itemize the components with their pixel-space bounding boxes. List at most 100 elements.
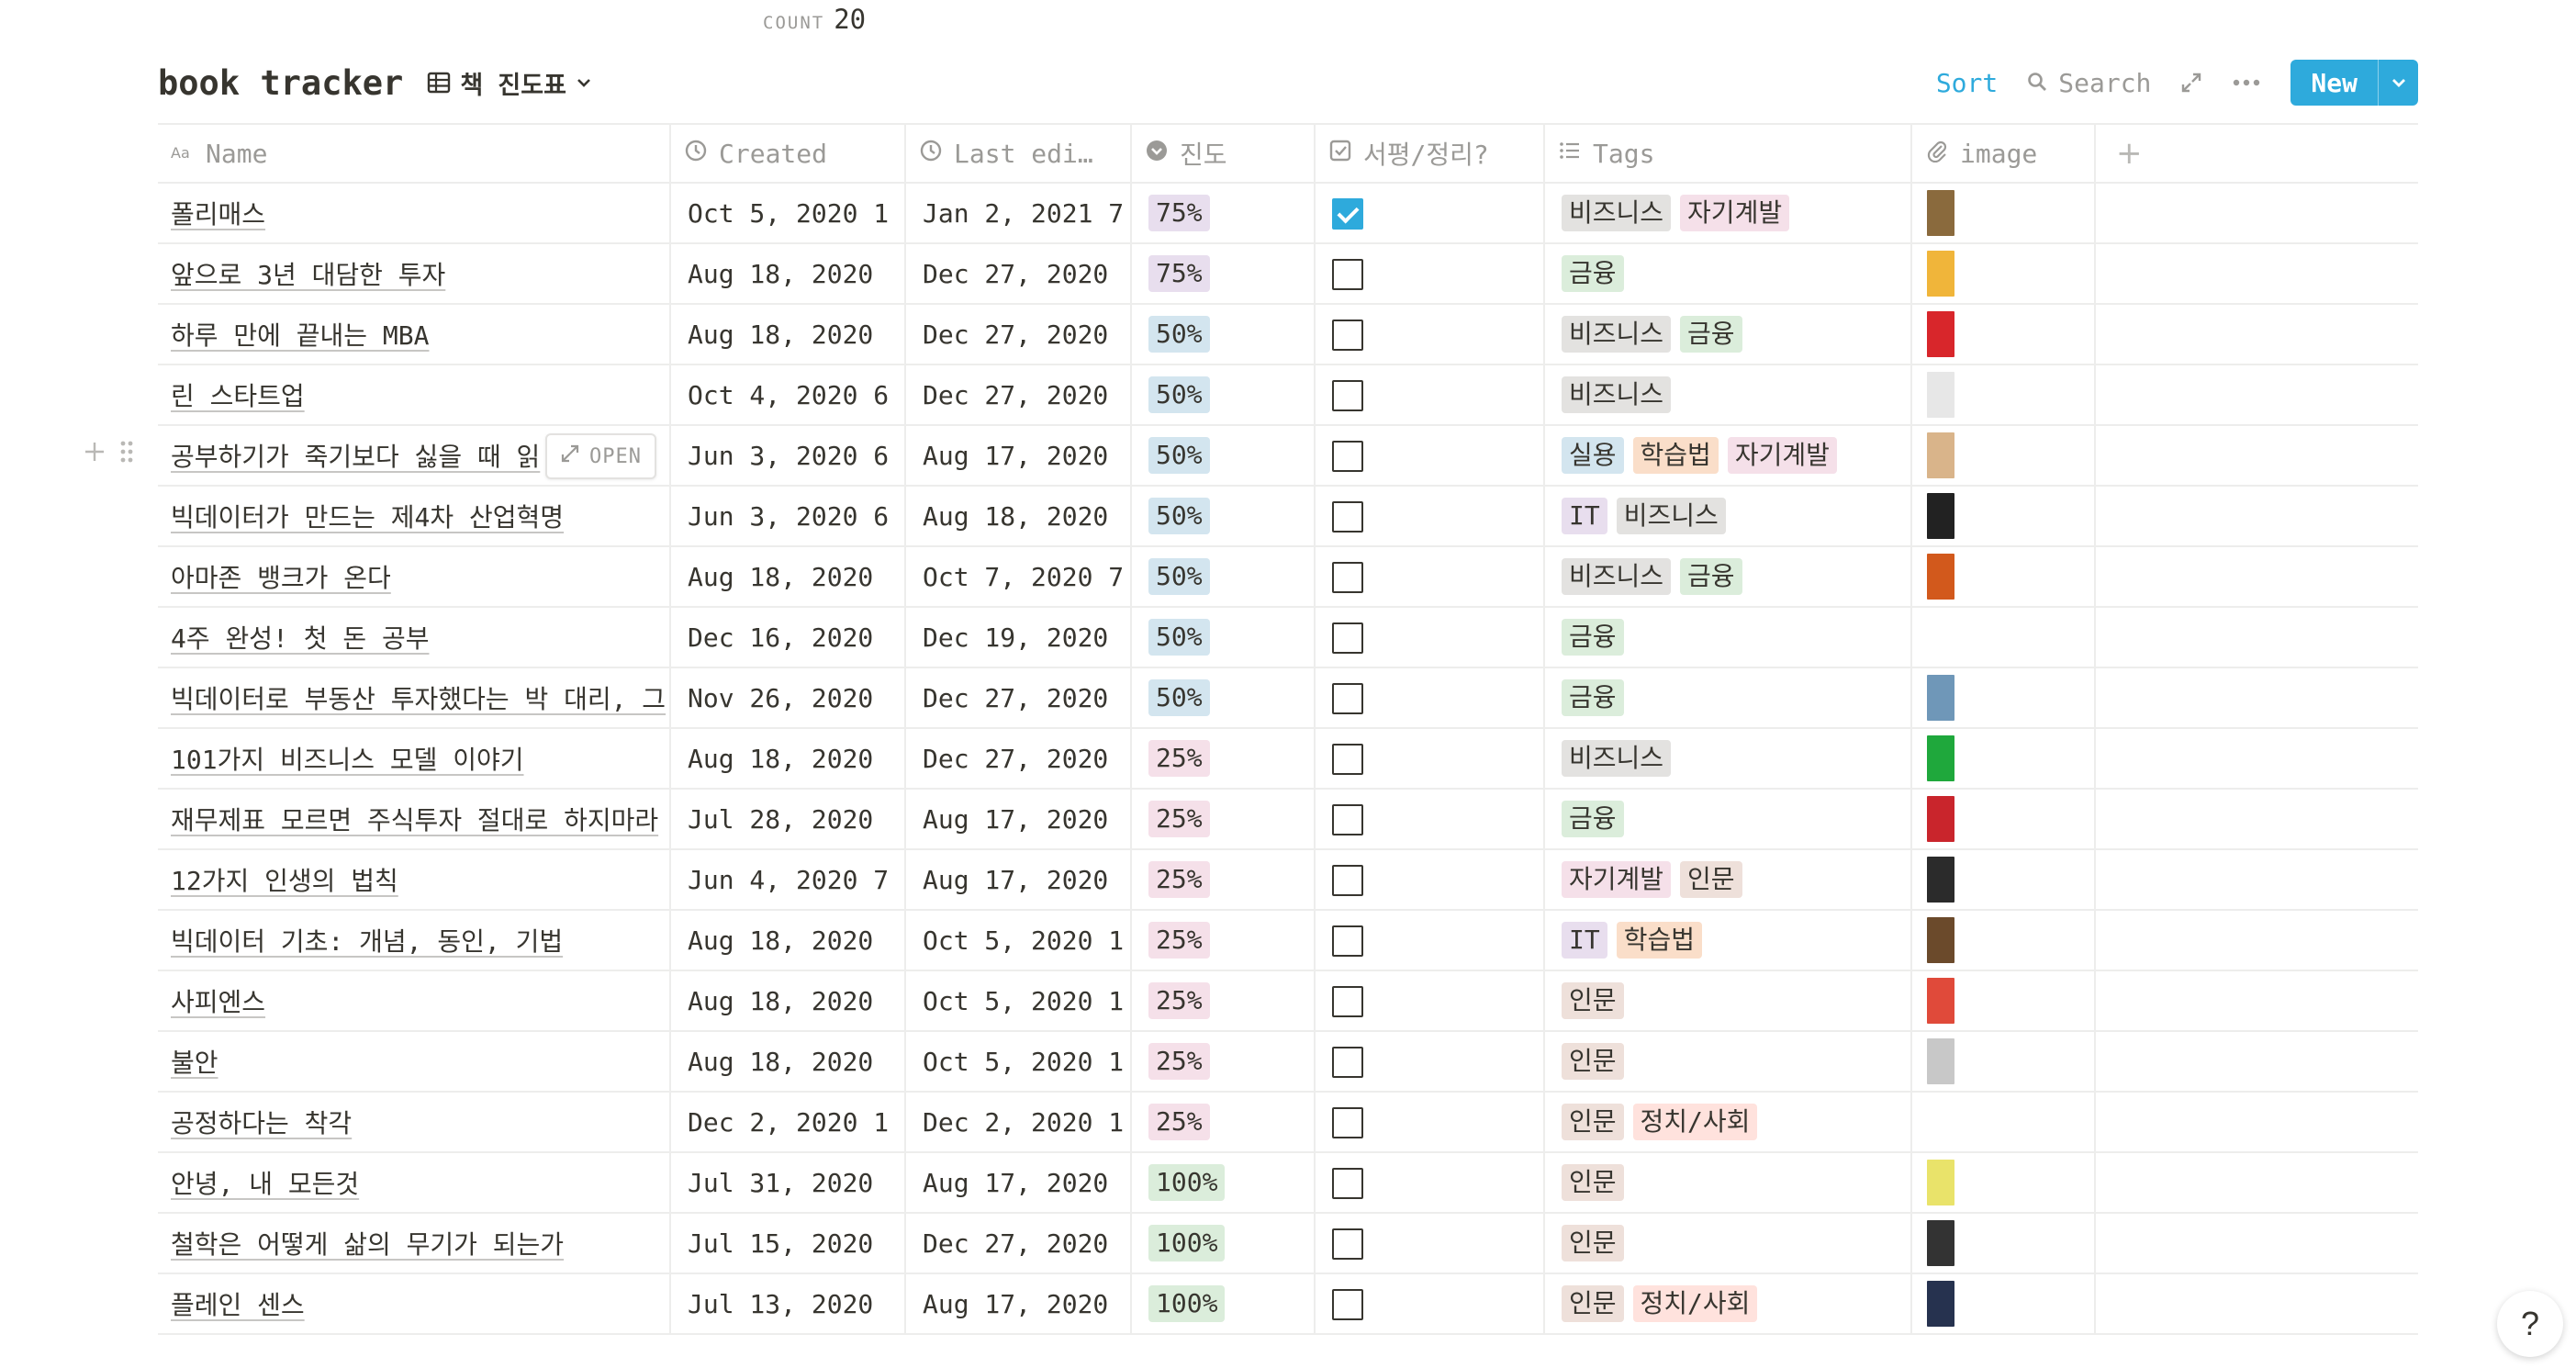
column-header-4[interactable]: 서평/정리? bbox=[1315, 123, 1545, 184]
last-edited-cell[interactable]: Oct 5, 2020 1 bbox=[905, 1031, 1132, 1093]
created-cell[interactable]: Jul 13, 2020 bbox=[670, 1273, 906, 1335]
name-cell[interactable]: 플레인 센스 bbox=[158, 1273, 671, 1335]
review-checkbox-cell[interactable] bbox=[1315, 728, 1545, 790]
review-checkbox[interactable] bbox=[1332, 864, 1363, 896]
review-checkbox-cell[interactable] bbox=[1315, 789, 1545, 850]
book-cover-thumbnail[interactable] bbox=[1927, 917, 1954, 963]
column-header-2[interactable]: Last edi… bbox=[905, 123, 1132, 184]
review-checkbox[interactable] bbox=[1332, 440, 1363, 472]
column-header-5[interactable]: Tags bbox=[1544, 123, 1912, 184]
tags-cell[interactable]: 비즈니스 자기계발 bbox=[1544, 183, 1912, 244]
table-row[interactable]: 앞으로 3년 대담한 투자 Aug 18, 2020 Dec 27, 2020 75%… bbox=[158, 243, 2418, 305]
add-row-icon[interactable] bbox=[83, 440, 106, 467]
book-cover-thumbnail[interactable] bbox=[1927, 1220, 1954, 1266]
book-name[interactable]: 사피엔스 bbox=[171, 987, 265, 1017]
review-checkbox-cell[interactable] bbox=[1315, 970, 1545, 1032]
last-edited-cell[interactable]: Dec 27, 2020 bbox=[905, 304, 1132, 365]
name-cell[interactable]: 공정하다는 착각 bbox=[158, 1092, 671, 1153]
created-cell[interactable]: Aug 18, 2020 bbox=[670, 728, 906, 790]
last-edited-cell[interactable]: Dec 27, 2020 bbox=[905, 728, 1132, 790]
progress-cell[interactable]: 25% bbox=[1131, 789, 1316, 850]
review-checkbox-cell[interactable] bbox=[1315, 486, 1545, 547]
name-cell[interactable]: 12가지 인생의 법칙 bbox=[158, 849, 671, 911]
book-name[interactable]: 공정하다는 착각 bbox=[171, 1108, 352, 1138]
book-cover-thumbnail[interactable] bbox=[1927, 1281, 1954, 1327]
progress-cell[interactable]: 50% bbox=[1131, 425, 1316, 487]
created-cell[interactable]: Aug 18, 2020 bbox=[670, 243, 906, 305]
book-name[interactable]: 빅데이터 기초: 개념, 동인, 기법 bbox=[171, 926, 563, 957]
image-cell[interactable] bbox=[1911, 667, 2096, 729]
review-checkbox-cell[interactable] bbox=[1315, 1092, 1545, 1153]
last-edited-cell[interactable]: Dec 27, 2020 bbox=[905, 1213, 1132, 1274]
review-checkbox-cell[interactable] bbox=[1315, 546, 1545, 608]
review-checkbox[interactable] bbox=[1332, 682, 1363, 714]
book-cover-thumbnail[interactable] bbox=[1927, 493, 1954, 539]
table-row[interactable]: 안녕, 내 모든것 Jul 31, 2020 Aug 17, 2020 100% 인문 bbox=[158, 1152, 2418, 1214]
review-checkbox[interactable] bbox=[1332, 561, 1363, 593]
progress-cell[interactable]: 25% bbox=[1131, 970, 1316, 1032]
column-header-0[interactable]: Aa Name bbox=[158, 123, 671, 184]
book-name[interactable]: 재무제표 모르면 주식투자 절대로 하지마라 bbox=[171, 805, 658, 835]
table-row[interactable]: 공정하다는 착각 Dec 2, 2020 1 Dec 2, 2020 1 25% 인문 정… bbox=[158, 1092, 2418, 1153]
book-name[interactable]: 불안 bbox=[171, 1048, 218, 1078]
book-name[interactable]: 공부하기가 죽기보다 싫을 때 읽 bbox=[171, 442, 540, 472]
book-cover-thumbnail[interactable] bbox=[1927, 372, 1954, 418]
book-name[interactable]: 4주 완성! 첫 돈 공부 bbox=[171, 623, 429, 654]
tags-cell[interactable]: 비즈니스 bbox=[1544, 364, 1912, 426]
progress-cell[interactable]: 50% bbox=[1131, 546, 1316, 608]
last-edited-cell[interactable]: Oct 5, 2020 1 bbox=[905, 910, 1132, 971]
book-name[interactable]: 아마존 뱅크가 온다 bbox=[171, 563, 391, 593]
name-cell[interactable]: 앞으로 3년 대담한 투자 bbox=[158, 243, 671, 305]
image-cell[interactable] bbox=[1911, 486, 2096, 547]
review-checkbox-cell[interactable] bbox=[1315, 183, 1545, 244]
book-name[interactable]: 빅데이터로 부동산 투자했다는 박 대리, 그 bbox=[171, 684, 666, 714]
review-checkbox[interactable] bbox=[1332, 1228, 1363, 1260]
progress-cell[interactable]: 75% bbox=[1131, 243, 1316, 305]
tags-cell[interactable]: 비즈니스 금융 bbox=[1544, 304, 1912, 365]
table-row[interactable]: 재무제표 모르면 주식투자 절대로 하지마라 Jul 28, 2020 Aug 17… bbox=[158, 789, 2418, 850]
created-cell[interactable]: Aug 18, 2020 bbox=[670, 546, 906, 608]
tags-cell[interactable]: IT 비즈니스 bbox=[1544, 486, 1912, 547]
table-row[interactable]: 철학은 어떻게 삶의 무기가 되는가 Jul 15, 2020 Dec 27, 20… bbox=[158, 1213, 2418, 1274]
review-checkbox[interactable] bbox=[1332, 622, 1363, 654]
book-cover-thumbnail[interactable] bbox=[1927, 1160, 1954, 1205]
view-selector[interactable]: 책 진도표 bbox=[427, 65, 592, 101]
progress-cell[interactable]: 50% bbox=[1131, 364, 1316, 426]
progress-cell[interactable]: 100% bbox=[1131, 1152, 1316, 1214]
tags-cell[interactable]: 인문 bbox=[1544, 970, 1912, 1032]
tags-cell[interactable]: 금융 bbox=[1544, 789, 1912, 850]
created-cell[interactable]: Jun 3, 2020 6 bbox=[670, 486, 906, 547]
book-cover-thumbnail[interactable] bbox=[1927, 857, 1954, 903]
last-edited-cell[interactable]: Aug 17, 2020 bbox=[905, 849, 1132, 911]
name-cell[interactable]: 빅데이터로 부동산 투자했다는 박 대리, 그 bbox=[158, 667, 671, 729]
created-cell[interactable]: Aug 18, 2020 bbox=[670, 910, 906, 971]
book-cover-thumbnail[interactable] bbox=[1927, 311, 1954, 357]
review-checkbox[interactable] bbox=[1332, 258, 1363, 290]
name-cell[interactable]: 재무제표 모르면 주식투자 절대로 하지마라 bbox=[158, 789, 671, 850]
review-checkbox[interactable] bbox=[1332, 803, 1363, 835]
review-checkbox-cell[interactable] bbox=[1315, 304, 1545, 365]
tags-cell[interactable]: 인문 bbox=[1544, 1031, 1912, 1093]
tags-cell[interactable]: 금융 bbox=[1544, 607, 1912, 668]
review-checkbox-cell[interactable] bbox=[1315, 1273, 1545, 1335]
book-cover-thumbnail[interactable] bbox=[1927, 735, 1954, 781]
name-cell[interactable]: 불안 bbox=[158, 1031, 671, 1093]
image-cell[interactable] bbox=[1911, 425, 2096, 487]
column-header-6[interactable]: image bbox=[1911, 123, 2096, 184]
review-checkbox[interactable] bbox=[1332, 1106, 1363, 1138]
book-name[interactable]: 폴리매스 bbox=[171, 199, 265, 230]
review-checkbox[interactable] bbox=[1332, 1167, 1363, 1199]
sort-button[interactable]: Sort bbox=[1936, 68, 1998, 98]
image-cell[interactable] bbox=[1911, 1152, 2096, 1214]
last-edited-cell[interactable]: Oct 7, 2020 7 bbox=[905, 546, 1132, 608]
progress-cell[interactable]: 50% bbox=[1131, 667, 1316, 729]
table-row[interactable]: 폴리매스 Oct 5, 2020 1 Jan 2, 2021 7 75% 비즈니스 자기계… bbox=[158, 183, 2418, 244]
tags-cell[interactable]: 비즈니스 금융 bbox=[1544, 546, 1912, 608]
review-checkbox-cell[interactable] bbox=[1315, 1031, 1545, 1093]
more-options-icon[interactable] bbox=[2232, 78, 2261, 87]
drag-handle-icon[interactable] bbox=[119, 439, 134, 468]
new-button[interactable]: New bbox=[2290, 60, 2418, 106]
tags-cell[interactable]: IT 학습법 bbox=[1544, 910, 1912, 971]
created-cell[interactable]: Jun 4, 2020 7 bbox=[670, 849, 906, 911]
book-cover-thumbnail[interactable] bbox=[1927, 251, 1954, 297]
